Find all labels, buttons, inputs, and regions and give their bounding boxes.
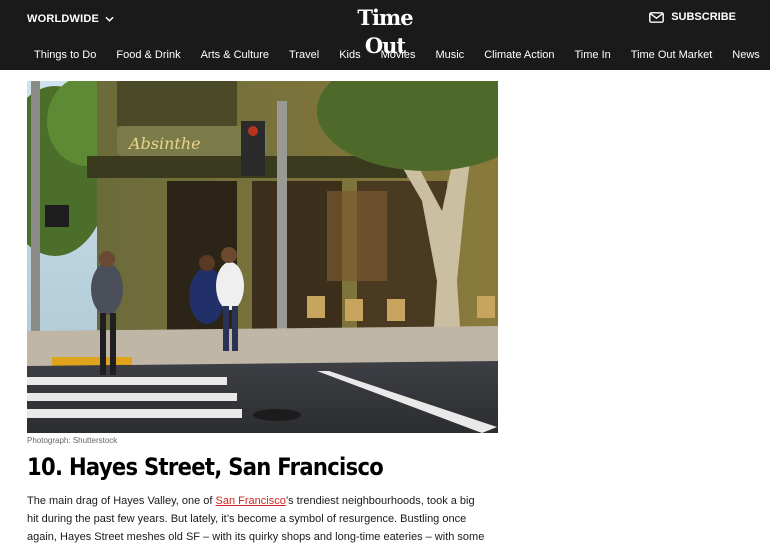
photo-credit: Photograph: Shutterstock (27, 436, 118, 445)
chevron-down-icon (105, 16, 114, 22)
street-scene-image: Absinthe (27, 81, 498, 433)
nav-item-kids[interactable]: Kids (339, 49, 360, 61)
subscribe-label: SUBSCRIBE (671, 11, 736, 23)
nav-item-time-out-market[interactable]: Time Out Market (631, 49, 713, 61)
nav-item-movies[interactable]: Movies (381, 49, 416, 61)
mail-icon (649, 11, 665, 23)
nav-item-music[interactable]: Music (435, 49, 464, 61)
article-body-intro: The main drag of Hayes Valley, one of (27, 495, 216, 507)
nav-item-things-to-do[interactable]: Things to Do (34, 49, 96, 61)
article-hero-photo: Absinthe (27, 81, 498, 433)
svg-text:Absinthe: Absinthe (127, 134, 201, 153)
nav-item-travel[interactable]: Travel (289, 49, 319, 61)
nav-item-news[interactable]: News (732, 49, 760, 61)
main-nav: Things to Do Food & Drink Arts & Culture… (34, 49, 760, 61)
site-header: WORLDWIDE Time Out SUBSCRIBE Things to D… (0, 0, 770, 70)
site-logo[interactable]: Time Out (351, 4, 419, 58)
nav-item-time-in[interactable]: Time In (575, 49, 611, 61)
san-francisco-link[interactable]: San Francisco (216, 495, 286, 507)
edition-label: WORLDWIDE (27, 13, 100, 25)
nav-item-food-drink[interactable]: Food & Drink (116, 49, 180, 61)
edition-selector[interactable]: WORLDWIDE (27, 13, 114, 25)
subscribe-button[interactable]: SUBSCRIBE (649, 11, 736, 23)
article-heading: 10. Hayes Street, San Francisco (27, 453, 384, 481)
nav-item-climate-action[interactable]: Climate Action (484, 49, 554, 61)
article-body: The main drag of Hayes Valley, one of Sa… (27, 492, 487, 550)
nav-item-arts-culture[interactable]: Arts & Culture (201, 49, 269, 61)
